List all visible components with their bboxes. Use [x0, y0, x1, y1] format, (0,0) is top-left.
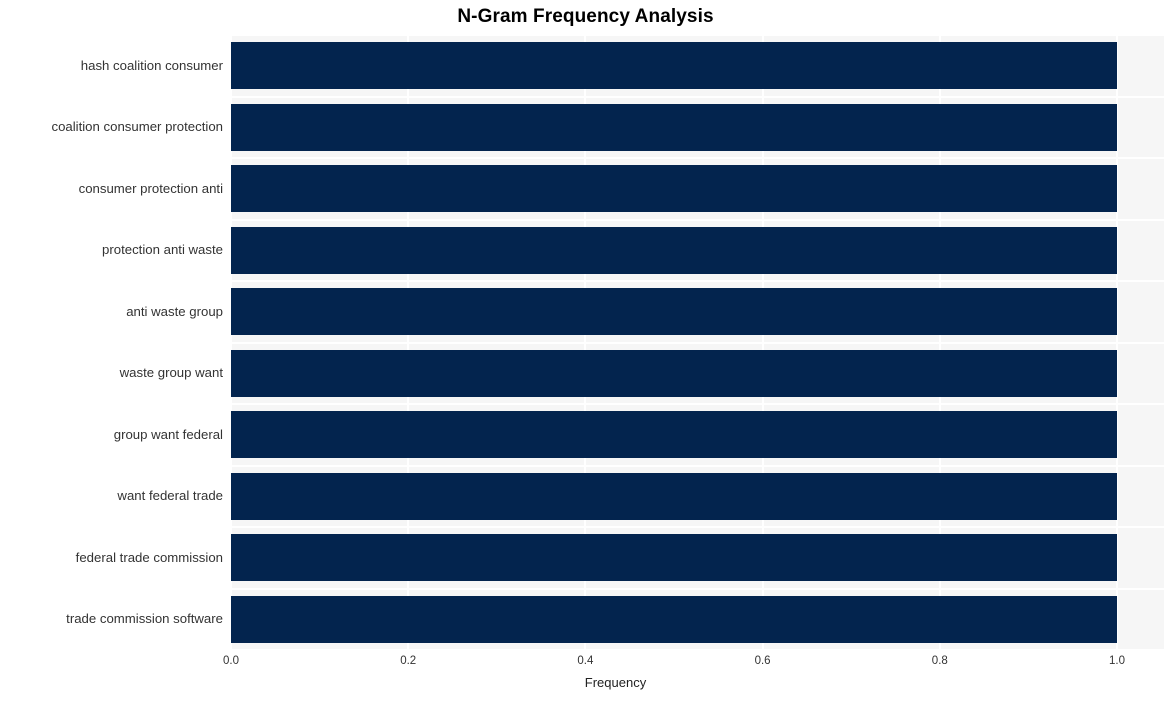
bar	[231, 595, 1117, 643]
y-gridline	[231, 649, 1164, 650]
y-gridline	[231, 526, 1164, 528]
x-axis-title: Frequency	[584, 675, 647, 690]
y-axis-tick-label: trade commission software	[66, 611, 223, 627]
y-axis-tick-label: waste group want	[119, 365, 223, 381]
plot-area	[231, 35, 1164, 650]
bar	[231, 226, 1117, 274]
bar	[231, 349, 1117, 397]
x-axis-tick-label: 0.8	[931, 655, 948, 667]
x-axis-tick-labels: 0.0 0.2 0.4 0.6 0.8 1.0	[223, 653, 1164, 671]
bar	[231, 165, 1117, 213]
x-axis-tick-label: 0.4	[577, 655, 594, 667]
y-axis-tick-label: anti waste group	[126, 303, 223, 319]
x-axis-tick-label: 0.6	[754, 655, 771, 667]
y-axis-tick-labels: hash coalition consumer coalition consume…	[0, 35, 223, 650]
y-gridline	[231, 464, 1164, 467]
y-gridline	[231, 95, 1164, 98]
y-gridline	[231, 587, 1164, 590]
y-gridline	[231, 280, 1164, 282]
bar	[231, 472, 1117, 520]
y-axis-tick-label: protection anti waste	[102, 242, 223, 258]
x-axis-tick-label: 0.2	[400, 655, 417, 667]
chart-title: N-Gram Frequency Analysis	[457, 6, 714, 27]
bar	[231, 288, 1117, 336]
y-axis-tick-label: group want federal	[113, 426, 223, 442]
bar	[231, 42, 1117, 90]
y-gridline	[231, 403, 1164, 405]
x-axis-tick-label: 0.0	[223, 655, 239, 667]
y-gridline	[231, 218, 1164, 221]
y-axis-tick-label: hash coalition consumer	[80, 57, 223, 73]
bar	[231, 411, 1117, 459]
bar	[231, 534, 1117, 582]
chart-figure: N-Gram Frequency Analysis hash coalition…	[0, 0, 1171, 701]
y-gridline	[231, 341, 1164, 344]
y-gridline	[231, 35, 1164, 36]
x-axis-tick-label: 1.0	[1109, 655, 1125, 667]
y-axis-tick-label: consumer protection anti	[78, 180, 223, 196]
y-axis-tick-label: federal trade commission	[75, 549, 223, 565]
bar	[231, 103, 1117, 151]
y-axis-tick-label: want federal trade	[117, 488, 223, 504]
y-gridline	[231, 157, 1164, 159]
y-axis-tick-label: coalition consumer protection	[51, 119, 223, 135]
